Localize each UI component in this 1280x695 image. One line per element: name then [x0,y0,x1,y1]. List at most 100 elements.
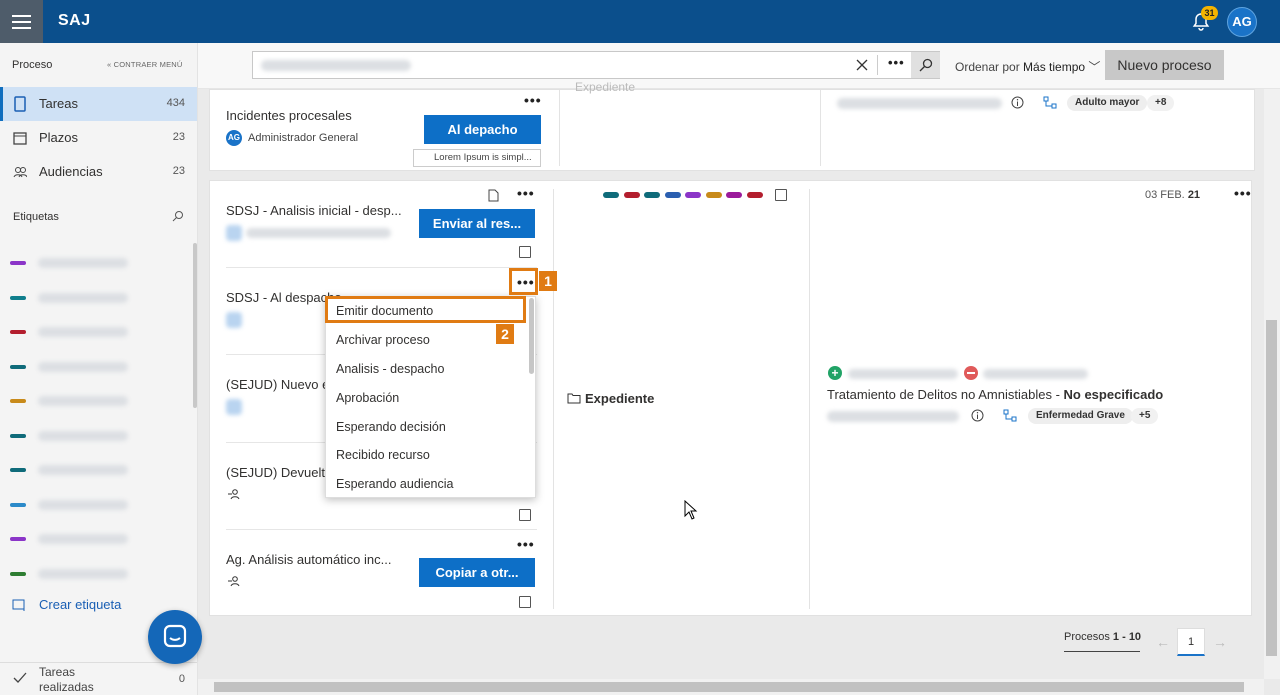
order-by-dropdown[interactable]: Ordenar por Más tiempo ﹀ [955,58,1100,75]
color-tag[interactable] [746,192,763,198]
tasks-done-row[interactable]: Tareas realizadas 0 [0,662,197,695]
sidebar-item-audiencias[interactable]: Audiencias 23 [0,155,197,189]
task-title[interactable]: Ag. Análisis automático inc... [226,552,391,567]
color-tag[interactable] [603,192,619,198]
note-text: Lorem Ipsum is simpl... [434,152,532,163]
tags-header: Etiquetas [13,211,59,223]
action-button[interactable]: Enviar al res... [419,209,535,238]
folder-icon [567,393,581,404]
tag-more-chip[interactable]: +5 [1131,408,1159,424]
tag-more-chip[interactable]: +8 [1147,95,1175,111]
notification-badge: 31 [1201,6,1218,20]
task-title[interactable]: SDSJ - Analisis inicial - desp... [226,203,402,218]
user-avatar[interactable]: AG [1227,7,1257,37]
menu-item-aprobacion[interactable]: Aprobación [336,391,399,405]
add-icon[interactable]: + [828,366,842,380]
color-tag[interactable] [644,192,660,198]
color-tag[interactable] [685,192,701,198]
person-arrow-icon [228,576,240,587]
search-icon[interactable] [172,210,184,222]
top-bar [0,0,1280,43]
tasks-done-label: Tareas realizadas [39,665,94,694]
color-tag[interactable] [705,192,722,198]
callout-number-2: 2 [496,324,514,344]
more-options-icon[interactable]: ••• [517,185,535,201]
menu-item-esperando-audiencia[interactable]: Esperando audiencia [336,477,453,491]
tag-item[interactable] [10,463,180,477]
assign-icon[interactable] [519,509,531,521]
close-icon[interactable] [856,59,868,71]
user-avatar-small: AG [226,130,242,146]
menu-scrollbar[interactable] [529,298,534,374]
prev-page-button[interactable]: ← [1151,628,1175,656]
person-arrow-icon [228,489,240,500]
page-number-button[interactable]: 1 [1177,628,1205,656]
tag-color-swatch [10,468,26,472]
add-tag-icon [12,599,25,611]
tag-color-swatch [10,537,26,541]
note-field[interactable]: Lorem Ipsum is simpl... [413,149,541,167]
info-icon[interactable] [1011,96,1024,109]
tag-item[interactable] [10,394,180,408]
flow-icon[interactable] [1043,96,1057,109]
sidebar-item-plazos[interactable]: Plazos 23 [0,121,197,155]
more-options-icon[interactable]: ••• [888,55,905,70]
menu-item-recibido-recurso[interactable]: Recibido recurso [336,448,430,462]
case-title: Tratamiento de Delitos no Amnistiables -… [827,387,1164,402]
expediente-label[interactable]: Expediente [585,391,654,406]
next-page-button[interactable]: → [1208,628,1232,656]
new-process-button[interactable]: Nuevo proceso [1105,50,1224,80]
checkmark-icon [13,672,27,683]
tag-item[interactable] [10,498,180,512]
color-tag[interactable] [623,192,640,198]
color-tag[interactable] [726,192,742,198]
sidebar: Proceso « CONTRAER MENÚ Tareas 434 Plazo… [0,43,198,695]
collapse-menu-label: CONTRAER MENÚ [113,60,183,69]
document-icon[interactable] [487,189,499,202]
chevron-down-icon: ﹀ [1088,60,1101,74]
tag-item[interactable] [10,360,180,374]
callout-box-1 [509,268,538,295]
info-icon[interactable] [971,409,984,422]
remove-icon[interactable] [964,366,978,380]
assign-icon[interactable] [519,596,531,608]
tag-item[interactable] [10,291,180,305]
task-title[interactable]: (SEJUD) Devuelto [226,465,326,480]
collapse-menu-button[interactable]: « CONTRAER MENÚ [107,60,183,69]
search-input[interactable]: ••• [252,51,940,79]
vertical-scrollbar[interactable] [1264,89,1280,679]
chat-launcher-button[interactable] [148,610,202,664]
task-title[interactable]: (SEJUD) Nuevo e [226,377,326,392]
tag-item[interactable] [10,325,180,339]
sidebar-item-tareas[interactable]: Tareas 434 [0,87,197,121]
flow-icon[interactable] [1003,409,1017,422]
horizontal-scrollbar[interactable] [198,679,1264,695]
more-options-icon[interactable]: ••• [1234,185,1252,201]
process-card-top: Incidentes procesales AG Administrador G… [209,80,1255,171]
color-tag[interactable] [664,192,681,198]
action-button[interactable]: Al depacho [424,115,541,144]
sidebar-scrollbar[interactable] [193,243,197,408]
tag-item[interactable] [10,256,180,270]
hamburger-menu-button[interactable] [0,0,43,43]
pager-range: 1 - 10 [1112,631,1142,643]
task-title: Incidentes procesales [226,108,352,123]
tag-color-swatch [10,330,26,334]
menu-item-esperando-decision[interactable]: Esperando decisión [336,420,446,434]
search-button[interactable] [911,52,940,78]
tag-item[interactable] [10,532,180,546]
date-label: 03 FEB. 21 [1145,189,1201,201]
app-brand: SAJ [58,12,91,29]
more-options-icon[interactable]: ••• [524,92,542,108]
action-button[interactable]: Copiar a otr... [419,558,535,587]
pagination: Procesos 1 - 10 [1064,631,1141,643]
tag-item[interactable] [10,567,180,581]
assign-icon[interactable] [519,246,531,258]
more-options-icon[interactable]: ••• [517,536,535,552]
tag-edit-icon[interactable] [775,189,787,201]
sidebar-item-label: Tareas [39,96,79,111]
tag-item[interactable] [10,429,180,443]
menu-item-analisis-despacho[interactable]: Analisis - despacho [336,362,444,376]
menu-item-archivar-proceso[interactable]: Archivar proceso [336,333,430,347]
expediente-label-faded: Expediente [575,80,636,94]
